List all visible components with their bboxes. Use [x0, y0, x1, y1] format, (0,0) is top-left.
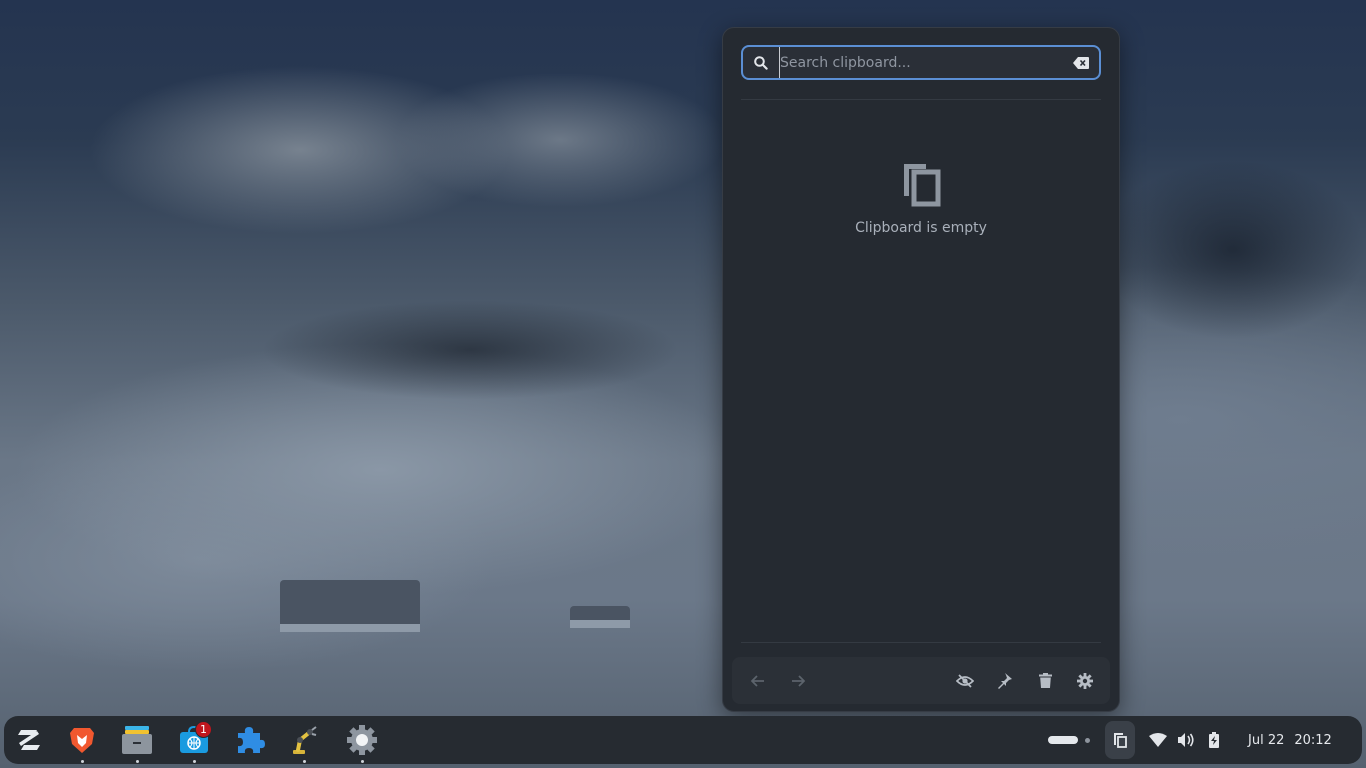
empty-message: Clipboard is empty — [855, 220, 987, 236]
trash-icon — [1038, 673, 1052, 688]
files-button[interactable] — [115, 716, 159, 764]
taskbar: 1 Jul 22 20:12 — [4, 716, 1362, 764]
running-indicator — [192, 760, 196, 763]
wifi-icon — [1149, 733, 1167, 747]
empty-state: Clipboard is empty — [723, 160, 1119, 236]
battery-charging-icon — [1209, 732, 1219, 748]
brave-browser-button[interactable] — [60, 716, 104, 764]
divider-top — [741, 99, 1101, 100]
settings-button[interactable] — [1065, 657, 1105, 704]
workspace-inactive — [1085, 738, 1090, 743]
desktop-wallpaper — [0, 0, 1366, 768]
extensions-button[interactable] — [228, 716, 272, 764]
robot-arm-icon — [293, 726, 317, 754]
clear-search-button[interactable] — [1063, 56, 1099, 69]
divider-bottom — [741, 642, 1101, 643]
software-store-button[interactable]: 1 — [172, 716, 216, 764]
gear-icon — [1077, 672, 1093, 689]
running-indicator — [135, 760, 139, 763]
zorin-menu-button[interactable] — [7, 716, 51, 764]
search-input[interactable] — [779, 47, 1063, 78]
clipboard-popup: Clipboard is empty — [722, 27, 1120, 712]
arrow-right-icon — [792, 674, 805, 687]
puzzle-piece-icon — [238, 727, 265, 753]
wifi-status[interactable] — [1146, 728, 1170, 752]
arrow-left-icon — [751, 674, 764, 687]
clock-date: Jul 22 — [1248, 732, 1285, 748]
date-time[interactable]: Jul 22 20:12 — [1248, 716, 1332, 764]
pin-button[interactable] — [985, 657, 1025, 704]
backspace-icon — [1073, 56, 1089, 69]
clipboard-indicator-button[interactable] — [1105, 721, 1135, 759]
wallpaper-building-small — [570, 606, 630, 628]
next-page-button[interactable] — [778, 657, 818, 704]
eye-off-icon — [956, 673, 974, 688]
battery-status[interactable] — [1202, 728, 1226, 752]
clipboard-toolbar — [732, 657, 1110, 704]
search-icon — [743, 55, 779, 70]
wallpaper-building — [280, 580, 420, 632]
workspace-indicator[interactable] — [1048, 736, 1098, 744]
notification-badge: 1 — [195, 721, 212, 738]
settings-app-button[interactable] — [340, 716, 384, 764]
previous-page-button[interactable] — [738, 657, 778, 704]
search-box[interactable] — [741, 45, 1101, 80]
volume-status[interactable] — [1174, 728, 1198, 752]
brave-lion-icon — [70, 728, 94, 753]
workspace-active — [1048, 736, 1078, 744]
zorin-logo-icon — [18, 730, 40, 750]
clock-time: 20:12 — [1294, 732, 1332, 748]
running-indicator — [360, 760, 364, 763]
copy-icon — [904, 164, 941, 207]
clipboard-icon — [1114, 733, 1127, 748]
speaker-icon — [1178, 733, 1194, 747]
private-mode-button[interactable] — [945, 657, 985, 704]
pin-icon — [998, 672, 1012, 689]
tweaks-button[interactable] — [282, 716, 326, 764]
folder-icon — [122, 726, 152, 754]
clear-history-button[interactable] — [1025, 657, 1065, 704]
running-indicator — [80, 760, 84, 763]
gear-icon — [347, 725, 377, 755]
running-indicator — [302, 760, 306, 763]
